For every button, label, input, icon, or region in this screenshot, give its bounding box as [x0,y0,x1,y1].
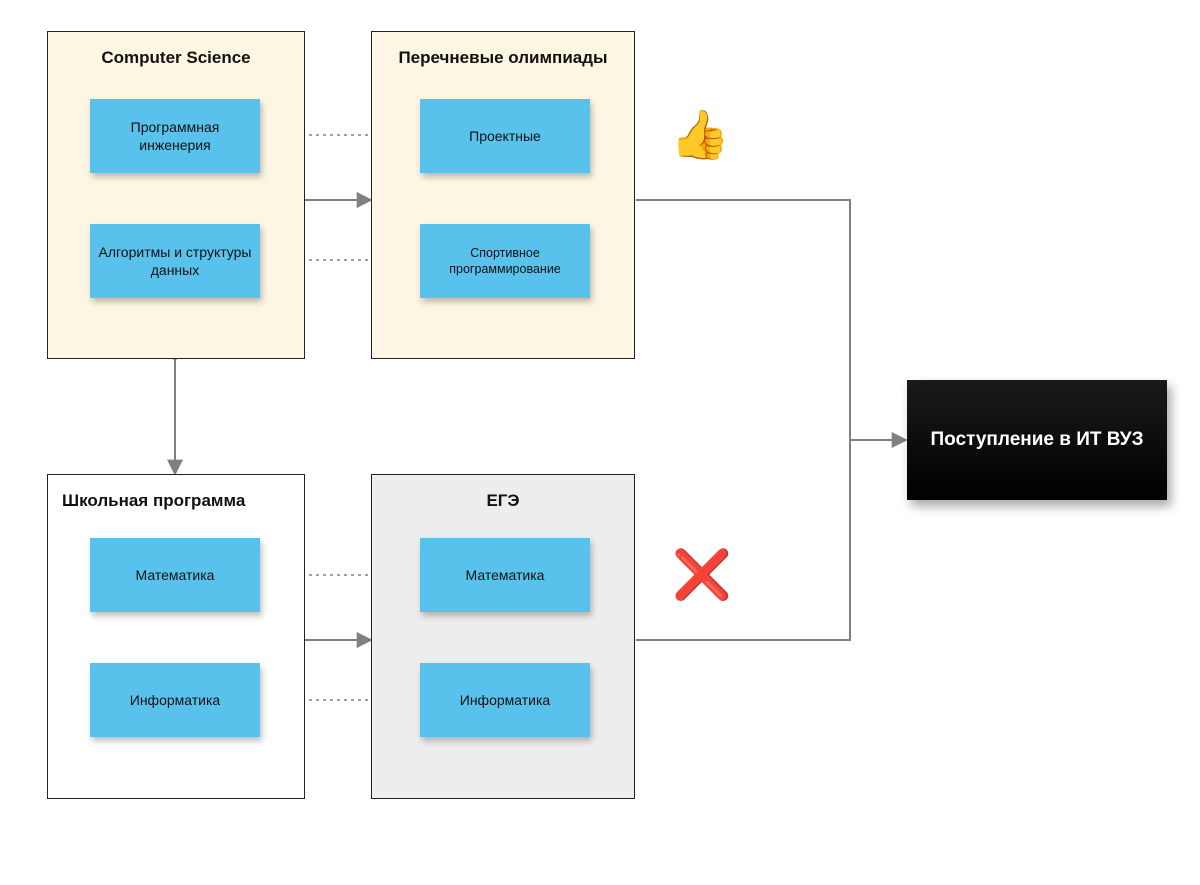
sticky-label: Проектные [469,127,541,145]
group-ege-title: ЕГЭ [372,491,634,511]
group-school: Школьная программа [47,474,305,799]
sticky-math-school: Математика [90,538,260,612]
sticky-sport-programming: Спортивное программирование [420,224,590,298]
sticky-label: Информатика [130,691,220,709]
cross-icon: ❌ [672,552,732,600]
group-cs-title: Computer Science [48,48,304,68]
group-school-title: Школьная программа [48,491,304,511]
sticky-label: Информатика [460,691,550,709]
group-cs: Computer Science [47,31,305,359]
sticky-label: Математика [136,566,215,584]
sticky-label: Алгоритмы и структуры данных [98,243,252,279]
icon-glyph: ❌ [672,549,732,602]
result-admission: Поступление в ИТ ВУЗ [907,380,1167,500]
group-olympiads: Перечневые олимпиады [371,31,635,359]
sticky-software-engineering: Программная инженерия [90,99,260,173]
thumbs-up-icon: 👍 [670,112,730,160]
group-ege: ЕГЭ [371,474,635,799]
sticky-label: Программная инженерия [98,118,252,154]
sticky-cs-school: Информатика [90,663,260,737]
sticky-math-ege: Математика [420,538,590,612]
result-label: Поступление в ИТ ВУЗ [930,429,1143,451]
sticky-label: Спортивное программирование [428,245,582,278]
group-olymp-title: Перечневые олимпиады [372,48,634,68]
icon-glyph: 👍 [670,109,730,162]
sticky-cs-ege: Информатика [420,663,590,737]
sticky-label: Математика [466,566,545,584]
sticky-algorithms: Алгоритмы и структуры данных [90,224,260,298]
arrow-ege-to-merge [636,440,850,640]
arrow-olymp-to-result [636,200,905,440]
sticky-project-olymp: Проектные [420,99,590,173]
